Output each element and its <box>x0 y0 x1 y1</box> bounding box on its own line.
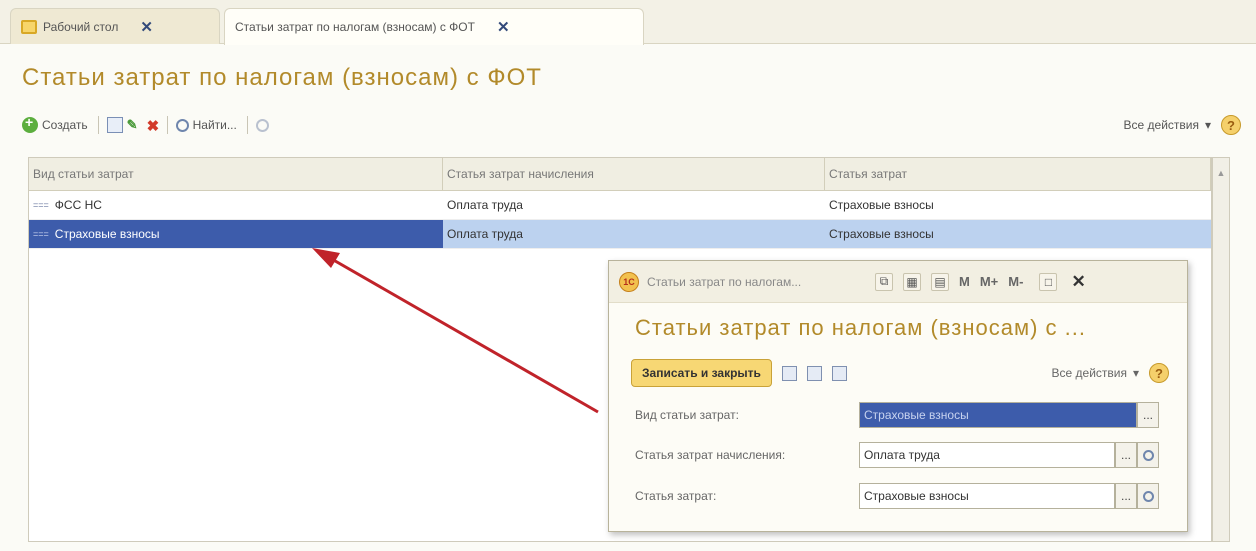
search-icon <box>1142 490 1154 502</box>
dialog-toolbar: Записать и закрыть Все действия ▾ ? <box>631 358 1169 388</box>
dialog-titlebar[interactable]: 1С Статьи затрат по налогам... ⧉ ▦ ▤ M M… <box>609 261 1187 303</box>
field-cost-item: Статья затрат: Страховые взносы ... <box>635 483 1159 509</box>
memory-minus-button[interactable]: M- <box>1008 274 1023 289</box>
arrow-line <box>329 256 599 414</box>
app-logo-icon: 1С <box>619 271 639 292</box>
select-button[interactable]: ... <box>1137 402 1159 428</box>
arrow-head <box>312 248 340 268</box>
select-button[interactable]: ... <box>1115 442 1137 468</box>
field-accrual-cost-item: Статья затрат начисления: Оплата труда .… <box>635 442 1159 468</box>
select-button[interactable]: ... <box>1115 483 1137 509</box>
chevron-down-icon: ▾ <box>1132 366 1139 380</box>
copy-icon[interactable] <box>831 365 847 381</box>
cost-item-input[interactable]: Страховые взносы <box>859 483 1115 509</box>
open-button[interactable] <box>1137 442 1159 468</box>
dialog-title: Статьи затрат по налогам (взносам) с ... <box>635 315 1086 340</box>
cost-item-type-input[interactable]: Страховые взносы <box>859 402 1137 428</box>
all-actions-label: Все действия <box>1051 366 1127 380</box>
calendar-icon[interactable]: ▦ <box>903 272 921 291</box>
help-icon[interactable]: ? <box>1149 363 1169 383</box>
memory-button[interactable]: M <box>959 274 970 289</box>
field-label: Статья затрат: <box>635 489 717 503</box>
field-label: Вид статьи затрат: <box>635 408 739 422</box>
open-button[interactable] <box>1137 483 1159 509</box>
dialog-caption: Статьи затрат по налогам... <box>647 274 802 289</box>
memory-plus-button[interactable]: M+ <box>980 274 998 289</box>
save-icon[interactable] <box>781 365 797 381</box>
all-actions-menu[interactable]: Все действия ▾ ? <box>1051 363 1169 383</box>
link-icon[interactable]: ⧉ <box>875 272 893 291</box>
calculator-icon[interactable]: ▤ <box>931 272 949 291</box>
save-and-close-button[interactable]: Записать и закрыть <box>631 359 772 387</box>
field-cost-item-type: Вид статьи затрат: Страховые взносы ... <box>635 402 1159 428</box>
maximize-icon[interactable]: □ <box>1039 272 1058 291</box>
accrual-cost-item-input[interactable]: Оплата труда <box>859 442 1115 468</box>
search-icon <box>1142 449 1154 461</box>
field-label: Статья затрат начисления: <box>635 448 786 462</box>
close-icon[interactable]: ✕ <box>1071 272 1085 292</box>
edit-dialog: 1С Статьи затрат по налогам... ⧉ ▦ ▤ M M… <box>608 260 1188 532</box>
reread-icon[interactable] <box>806 365 822 381</box>
